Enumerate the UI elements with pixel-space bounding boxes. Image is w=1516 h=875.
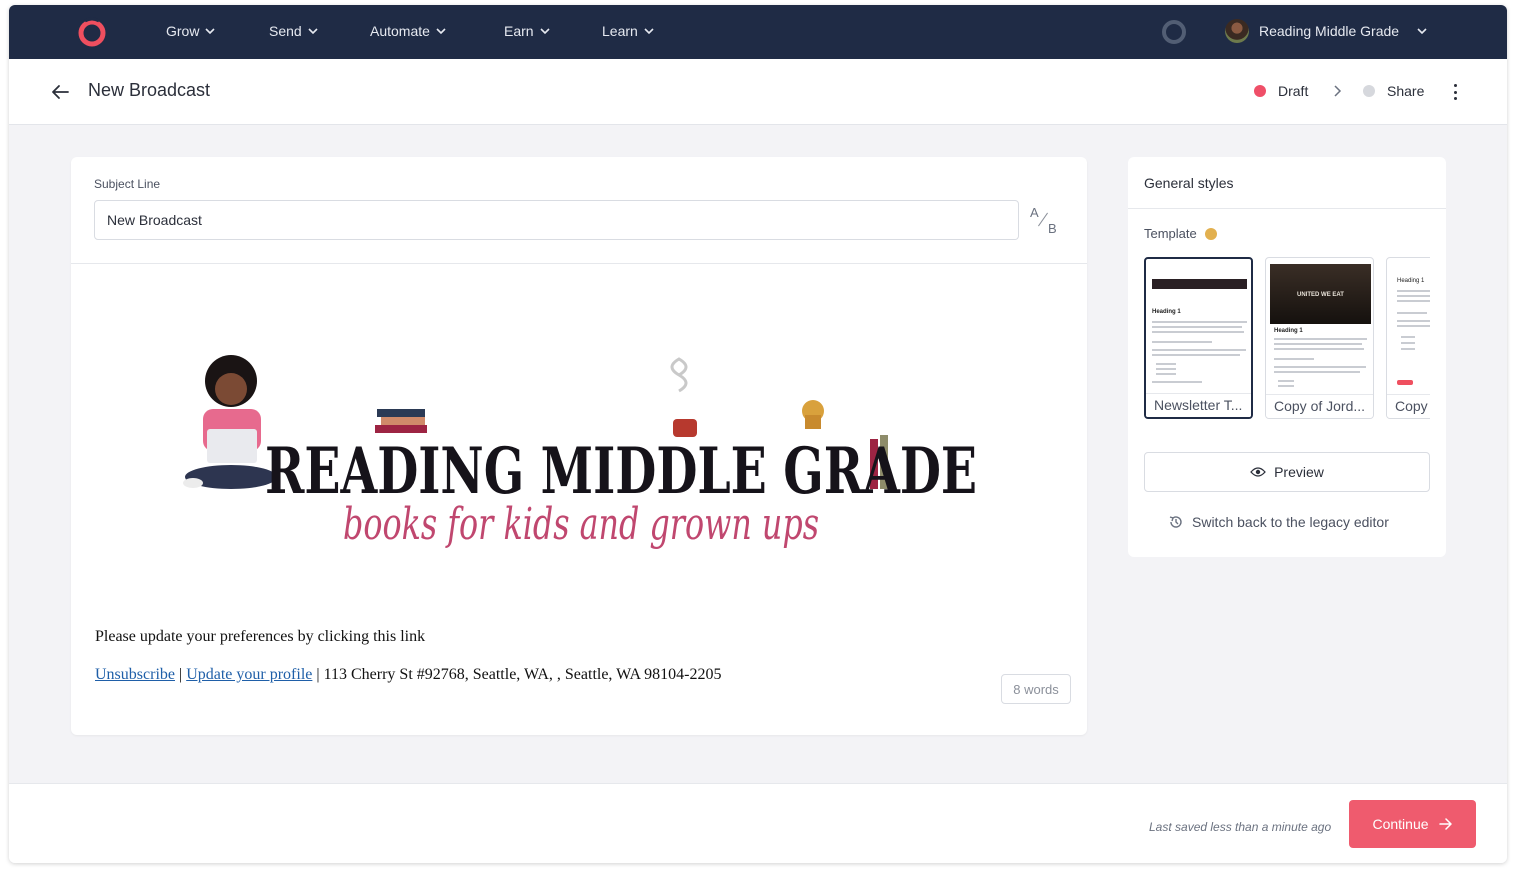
- subject-line-input[interactable]: [94, 200, 1019, 240]
- continue-label: Continue: [1372, 816, 1429, 832]
- back-arrow-icon[interactable]: [49, 81, 71, 103]
- app-window: Grow Send Automate Earn Learn Reading Mi…: [9, 5, 1507, 863]
- subject-line-label: Subject Line: [94, 177, 161, 191]
- ab-test-a: A: [1030, 205, 1039, 220]
- nav-learn-label: Learn: [602, 23, 638, 39]
- banner-tagline: books for kids and grown ups: [343, 499, 819, 550]
- top-nav: Grow Send Automate Earn Learn Reading Mi…: [9, 5, 1507, 59]
- banner-title: READING MIDDLE GRADE: [265, 434, 977, 509]
- history-icon: [1169, 516, 1182, 528]
- chevron-down-icon: [205, 28, 216, 35]
- nav-send[interactable]: Send: [269, 23, 318, 39]
- thumb-heading: Heading 1: [1274, 328, 1303, 334]
- nav-earn[interactable]: Earn: [504, 23, 550, 39]
- thumb-heading: Heading 1: [1397, 278, 1425, 284]
- nav-earn-label: Earn: [504, 23, 534, 39]
- page-title: New Broadcast: [88, 80, 211, 100]
- link-separator: |: [178, 666, 183, 683]
- preferences-text: Please update your preferences by clicki…: [95, 628, 426, 645]
- step-draft[interactable]: Draft: [1254, 83, 1308, 99]
- chevron-down-icon: [308, 28, 318, 35]
- step-draft-label: Draft: [1278, 83, 1309, 99]
- general-styles-panel: General styles Template Heading 1 Newsle…: [1128, 157, 1446, 557]
- word-count-badge: 8 words: [1001, 674, 1071, 704]
- preview-label: Preview: [1274, 464, 1324, 480]
- thumb-banner: [1152, 279, 1247, 289]
- bottom-bar: Last saved less than a minute ago Contin…: [9, 783, 1507, 863]
- eye-icon: [1250, 467, 1266, 477]
- divider: [1128, 208, 1446, 209]
- update-profile-link[interactable]: Update your profile: [186, 666, 312, 683]
- template-label-text: Template: [1144, 226, 1197, 241]
- divider: [71, 263, 1087, 264]
- unsubscribe-link[interactable]: Unsubscribe: [95, 666, 175, 683]
- more-options-icon[interactable]: [1447, 81, 1463, 103]
- nav-automate-label: Automate: [370, 23, 430, 39]
- last-saved-text: Last saved less than a minute ago: [1149, 820, 1332, 834]
- template-name: Copy: [1387, 394, 1430, 418]
- template-status-dot-icon: [1204, 227, 1217, 240]
- status-dot-icon: [1254, 85, 1266, 97]
- template-name: Copy of Jord...: [1266, 394, 1373, 418]
- account-name: Reading Middle Grade: [1259, 23, 1400, 39]
- panel-title: General styles: [1144, 175, 1234, 191]
- legacy-editor-link[interactable]: Switch back to the legacy editor: [1168, 514, 1389, 530]
- nav-send-label: Send: [269, 23, 302, 39]
- books-illustration: [375, 409, 427, 433]
- account-menu[interactable]: Reading Middle Grade: [1225, 19, 1427, 43]
- avatar: [1225, 19, 1249, 43]
- template-thumb-newsletter[interactable]: Heading 1 Newsletter T...: [1144, 257, 1253, 419]
- loading-ring-icon[interactable]: [1162, 20, 1186, 44]
- chevron-down-icon: [540, 28, 550, 35]
- chevron-right-icon: [1334, 85, 1342, 97]
- nav-grow-label: Grow: [166, 23, 200, 39]
- arrow-right-icon: [1438, 818, 1452, 830]
- coffee-cup-illustration: [670, 357, 697, 437]
- template-label: Template: [1144, 226, 1217, 241]
- page-header: New Broadcast Draft Share: [9, 59, 1507, 125]
- nav-automate[interactable]: Automate: [370, 23, 446, 39]
- email-footer: Unsubscribe | Update your profile | 113 …: [95, 666, 721, 684]
- thumb-heading: Heading 1: [1152, 309, 1181, 315]
- preview-button[interactable]: Preview: [1144, 452, 1430, 492]
- ab-test-b: B: [1048, 221, 1057, 236]
- email-editor: Subject Line A B: [71, 157, 1087, 735]
- mailing-address: | 113 Cherry St #92768, Seattle, WA, , S…: [316, 666, 722, 683]
- template-thumb-copy-jord[interactable]: UNITED WE EAT Heading 1 Copy of Jord...: [1265, 257, 1374, 419]
- logo-icon[interactable]: [75, 15, 109, 49]
- chevron-down-icon: [436, 28, 446, 35]
- template-thumb-copy[interactable]: Heading 1 Copy: [1386, 257, 1430, 419]
- template-carousel: Heading 1 Newsletter T... UNITED WE EAT …: [1144, 257, 1430, 421]
- banner-image[interactable]: READING MIDDLE GRADE books for kids and …: [177, 353, 977, 573]
- status-dot-icon: [1363, 85, 1375, 97]
- girl-reading-illustration: [183, 355, 277, 489]
- continue-button[interactable]: Continue: [1349, 800, 1476, 848]
- muffin-illustration: [802, 400, 824, 429]
- step-share-label: Share: [1387, 83, 1425, 99]
- chevron-down-icon: [1417, 28, 1427, 35]
- nav-learn[interactable]: Learn: [602, 23, 654, 39]
- chevron-down-icon: [644, 28, 654, 35]
- ab-test-icon[interactable]: A B: [1027, 205, 1059, 237]
- nav-grow[interactable]: Grow: [166, 23, 216, 39]
- step-share[interactable]: Share: [1363, 83, 1424, 99]
- legacy-editor-label: Switch back to the legacy editor: [1192, 514, 1389, 530]
- template-name: Newsletter T...: [1146, 393, 1251, 417]
- thumb-hero-text: UNITED WE EAT: [1297, 292, 1344, 298]
